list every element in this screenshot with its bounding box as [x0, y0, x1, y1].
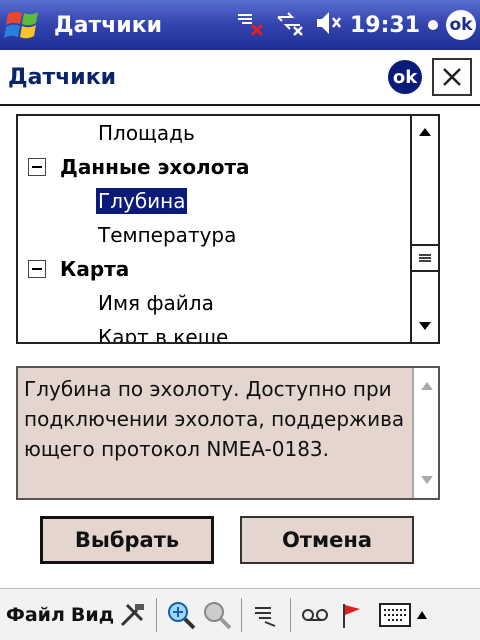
toolbar-separator	[241, 597, 243, 632]
description-text: Глубина по эхолоту. Доступно при подключ…	[24, 377, 405, 461]
clock[interactable]: 19:31	[350, 13, 420, 38]
tree-item-label: Карт в кеше	[98, 325, 229, 342]
tree-group-label: Карта	[60, 257, 130, 281]
volume-muted-icon[interactable]	[314, 7, 342, 43]
scroll-down-button[interactable]	[412, 310, 438, 342]
tree-item-label: Имя файла	[98, 291, 214, 315]
menu-view[interactable]: Вид	[71, 604, 114, 626]
tree-item[interactable]: Карт в кеше	[18, 320, 410, 342]
tree-scrollbar[interactable]	[410, 116, 438, 342]
status-bar: Датчики 19:31 ok	[0, 0, 480, 50]
cancel-button[interactable]: Отмена	[240, 516, 414, 564]
voicemail-icon[interactable]	[299, 599, 331, 631]
scroll-up-button[interactable]	[412, 116, 438, 148]
input-menu-arrow-icon[interactable]	[415, 599, 429, 631]
tools-icon[interactable]	[116, 599, 148, 631]
arrow-up-icon	[419, 128, 431, 136]
connection-off-icon[interactable]	[234, 7, 266, 43]
desc-scroll-up-button[interactable]	[414, 370, 440, 402]
tree-group[interactable]: Карта	[18, 252, 410, 286]
toolbar-separator	[156, 597, 158, 632]
zoom-out-icon[interactable]	[201, 599, 233, 631]
dialog-title-bar: Датчики ok	[0, 50, 480, 106]
flag-icon[interactable]	[335, 599, 367, 631]
bottom-toolbar: Файл Вид	[0, 588, 480, 640]
select-button[interactable]: Выбрать	[40, 516, 214, 564]
dialog-ok-button[interactable]: ok	[388, 60, 422, 94]
description-scrollbar[interactable]	[412, 368, 438, 498]
signal-icon[interactable]	[250, 599, 282, 631]
tree-item-label: Температура	[98, 223, 237, 247]
tree-item[interactable]: Температура	[18, 218, 410, 252]
desc-scroll-down-button[interactable]	[414, 464, 440, 496]
sensor-tree[interactable]: Площадь Данные эхолота Глубина Температу…	[16, 114, 440, 344]
arrow-down-icon	[421, 476, 433, 484]
close-icon	[443, 68, 461, 86]
tree-item[interactable]: Имя файла	[18, 286, 410, 320]
status-ok-button[interactable]: ok	[446, 10, 476, 40]
collapse-icon[interactable]	[28, 260, 46, 278]
dialog-close-button[interactable]	[432, 58, 472, 96]
windows-logo-icon	[4, 11, 38, 39]
toolbar-separator	[290, 597, 292, 632]
app-title: Датчики	[54, 12, 163, 38]
tree-item[interactable]: Площадь	[18, 116, 410, 150]
tree-item-label: Площадь	[98, 121, 195, 145]
data-sync-off-icon[interactable]	[274, 7, 306, 43]
tree-group-label: Данные эхолота	[60, 155, 250, 179]
tree-item-selected[interactable]: Глубина	[18, 184, 410, 218]
dialog-title: Датчики	[8, 64, 117, 90]
start-button[interactable]	[0, 0, 50, 50]
description-box[interactable]: Глубина по эхолоту. Доступно при подключ…	[16, 366, 440, 500]
scroll-thumb[interactable]	[412, 244, 438, 272]
grip-icon	[419, 254, 431, 262]
collapse-icon[interactable]	[28, 158, 46, 176]
tree-group[interactable]: Данные эхолота	[18, 150, 410, 184]
arrow-down-icon	[419, 322, 431, 330]
dot-icon	[428, 20, 438, 30]
zoom-in-icon[interactable]	[165, 599, 197, 631]
tree-item-label: Глубина	[96, 188, 188, 214]
menu-file[interactable]: Файл	[6, 604, 65, 626]
keyboard-icon[interactable]	[379, 599, 412, 631]
arrow-up-icon	[421, 382, 433, 390]
